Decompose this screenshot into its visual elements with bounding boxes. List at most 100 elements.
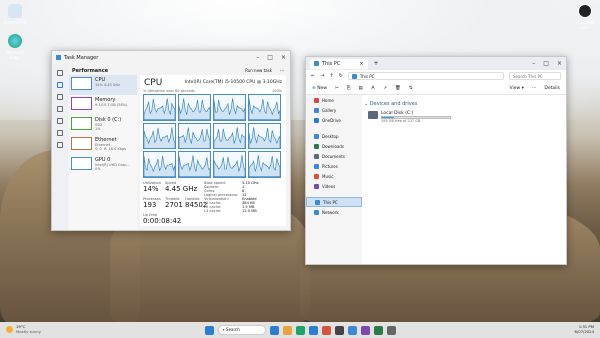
this-pc-icon: [314, 61, 319, 66]
file-explorer-window: This PC × + – □ × ← → ↑ ↻ This PC Search…: [305, 56, 567, 265]
share-icon[interactable]: ↗: [383, 86, 387, 91]
taskbar-app-icon[interactable]: [373, 325, 383, 335]
cpu-core-graph: [213, 151, 246, 178]
back-icon[interactable]: ←: [311, 73, 315, 79]
address-pc-icon: [351, 73, 357, 79]
delete-icon[interactable]: 🗑: [395, 86, 401, 91]
nav-item-onedrive[interactable]: OneDrive: [306, 115, 362, 125]
taskbar-app-icon[interactable]: [321, 325, 331, 335]
rename-icon[interactable]: Ａ: [371, 85, 376, 91]
weather-widget[interactable]: 19°C Mostly sunny: [6, 324, 41, 334]
minimize-icon[interactable]: –: [256, 54, 259, 61]
cpu-core-graph: [248, 151, 281, 178]
performance-header: Performance: [72, 68, 109, 74]
forward-icon[interactable]: →: [320, 73, 324, 79]
taskbar-app-icon[interactable]: [282, 325, 292, 335]
home-icon: [314, 97, 319, 103]
uptime-stat: Up time 0:00:08:42: [143, 213, 182, 225]
run-new-task-button[interactable]: Run new task: [245, 68, 272, 73]
copy-icon[interactable]: ⎘: [347, 85, 351, 91]
recycle-bin-icon: [8, 4, 22, 18]
close-icon[interactable]: ×: [281, 54, 286, 61]
nav-item-network[interactable]: Network: [306, 207, 362, 217]
performance-nav-icon[interactable]: [57, 82, 63, 88]
perf-item-disk[interactable]: Disk 0 (C:) SSD 1%: [69, 115, 137, 135]
app-history-nav-icon[interactable]: [57, 94, 63, 100]
util-max: 100%: [271, 89, 282, 93]
taskbar-app-icon[interactable]: [386, 325, 396, 335]
cpu-model: Intel(R) Core(TM) i5-10500 CPU @ 3.10GHz: [184, 80, 282, 85]
videos-icon: [314, 183, 319, 189]
cpu-spec-row: L3 cache: 12.0 MB: [204, 209, 257, 213]
paste-icon[interactable]: ▤: [358, 86, 362, 91]
taskbar-app-icon[interactable]: [269, 325, 279, 335]
edge-icon: [8, 34, 22, 48]
pictures-icon: [314, 163, 319, 169]
address-bar[interactable]: This PC: [347, 72, 504, 80]
user-icon: [578, 4, 592, 18]
utilization-stat: Utilization 14%: [143, 181, 162, 193]
cpu-core-graph: [143, 122, 176, 150]
perf-item-gpu[interactable]: GPU 0 Intel(R) UHD Grap... 0%: [69, 155, 137, 175]
view-button[interactable]: View ▾: [510, 86, 524, 91]
tab-this-pc[interactable]: This PC ×: [310, 58, 368, 69]
refresh-icon[interactable]: ↻: [339, 73, 343, 79]
taskbar: 19°C Mostly sunny ⌕ Search 1:31 PM 6/07/…: [0, 322, 600, 338]
music-icon: [314, 173, 319, 179]
taskbar-app-icon[interactable]: [334, 325, 344, 335]
new-tab-icon[interactable]: +: [374, 60, 379, 67]
maximize-icon[interactable]: □: [267, 54, 273, 61]
perf-item-ethernet[interactable]: Ethernet Ethernet S: 0 R: 16.0 Kbps: [69, 135, 137, 155]
nav-item-documents[interactable]: Documents: [306, 151, 362, 161]
close-icon[interactable]: ×: [557, 60, 562, 67]
nav-item-pictures[interactable]: Pictures: [306, 161, 362, 171]
nav-item-gallery[interactable]: Gallery: [306, 105, 362, 115]
start-icon[interactable]: [204, 325, 214, 335]
task-manager-nav-rail: [52, 64, 68, 230]
nav-item-downloads[interactable]: Downloads: [306, 141, 362, 151]
nav-item-home[interactable]: Home: [306, 95, 362, 105]
nav-item-this-pc[interactable]: This PC: [306, 197, 362, 207]
command-bar: ⊕ New ✂ ⎘ ▤ Ａ ↗ 🗑 ⇅ View ▾ ⋯ Details: [306, 82, 566, 95]
perf-item-cpu[interactable]: CPU 14% 4.45 GHz: [69, 75, 137, 95]
cut-icon[interactable]: ✂: [335, 86, 339, 91]
details-button[interactable]: Details: [544, 86, 560, 91]
minimize-icon[interactable]: –: [532, 60, 535, 67]
desktop-icon-user[interactable]: Microsoft user: [572, 4, 598, 30]
cpu-core-graph: [248, 94, 281, 121]
startup-apps-nav-icon[interactable]: [57, 106, 63, 112]
more-options-icon[interactable]: ⋯: [532, 86, 537, 91]
processes-nav-icon[interactable]: [57, 70, 63, 76]
services-nav-icon[interactable]: [57, 142, 63, 148]
speed-stat: Speed 4.45 GHz: [165, 181, 198, 193]
more-options-icon[interactable]: ⋯: [280, 68, 285, 74]
navigation-pane: Home Gallery OneDrive Desktop Downloads Docum…: [306, 95, 362, 264]
nav-item-music[interactable]: Music: [306, 171, 362, 181]
nav-item-videos[interactable]: Videos: [306, 181, 362, 191]
drive-c[interactable]: Local Disk (C:) 195 GB free of 237 GB: [368, 111, 451, 123]
taskbar-app-icon[interactable]: [308, 325, 318, 335]
taskbar-app-icon[interactable]: [295, 325, 305, 335]
details-nav-icon[interactable]: [57, 130, 63, 136]
section-devices-and-drives[interactable]: ⌄ Devices and drives: [364, 101, 417, 107]
new-button[interactable]: ⊕ New: [312, 86, 327, 91]
util-caption: % Utilization over 60 seconds: [143, 89, 195, 93]
system-clock[interactable]: 1:31 PM 6/07/2024: [575, 324, 594, 334]
users-nav-icon[interactable]: [57, 118, 63, 124]
up-icon[interactable]: ↑: [329, 73, 333, 79]
taskbar-search[interactable]: ⌕ Search: [217, 325, 266, 335]
maximize-icon[interactable]: □: [543, 60, 549, 67]
perf-item-memory[interactable]: Memory 9.1/15.7 GB (58%): [69, 95, 137, 115]
task-manager-window: Task Manager – □ × Performance Run new t…: [51, 50, 291, 231]
drive-usage-fill: [382, 117, 395, 118]
close-tab-icon[interactable]: ×: [359, 61, 363, 67]
task-manager-titlebar[interactable]: Task Manager – □ ×: [52, 51, 290, 64]
ethernet-thumb-graph: [71, 137, 92, 150]
taskbar-app-icon[interactable]: [360, 325, 370, 335]
desktop-icon-edge[interactable]: Microsoft Edge: [2, 34, 28, 60]
taskbar-app-icon[interactable]: [347, 325, 357, 335]
search-input[interactable]: Search This PC: [509, 72, 561, 80]
sort-button[interactable]: ⇅: [409, 86, 413, 91]
desktop-icon-recycle-bin[interactable]: Recycle Bin: [2, 4, 28, 25]
nav-item-desktop[interactable]: Desktop: [306, 131, 362, 141]
